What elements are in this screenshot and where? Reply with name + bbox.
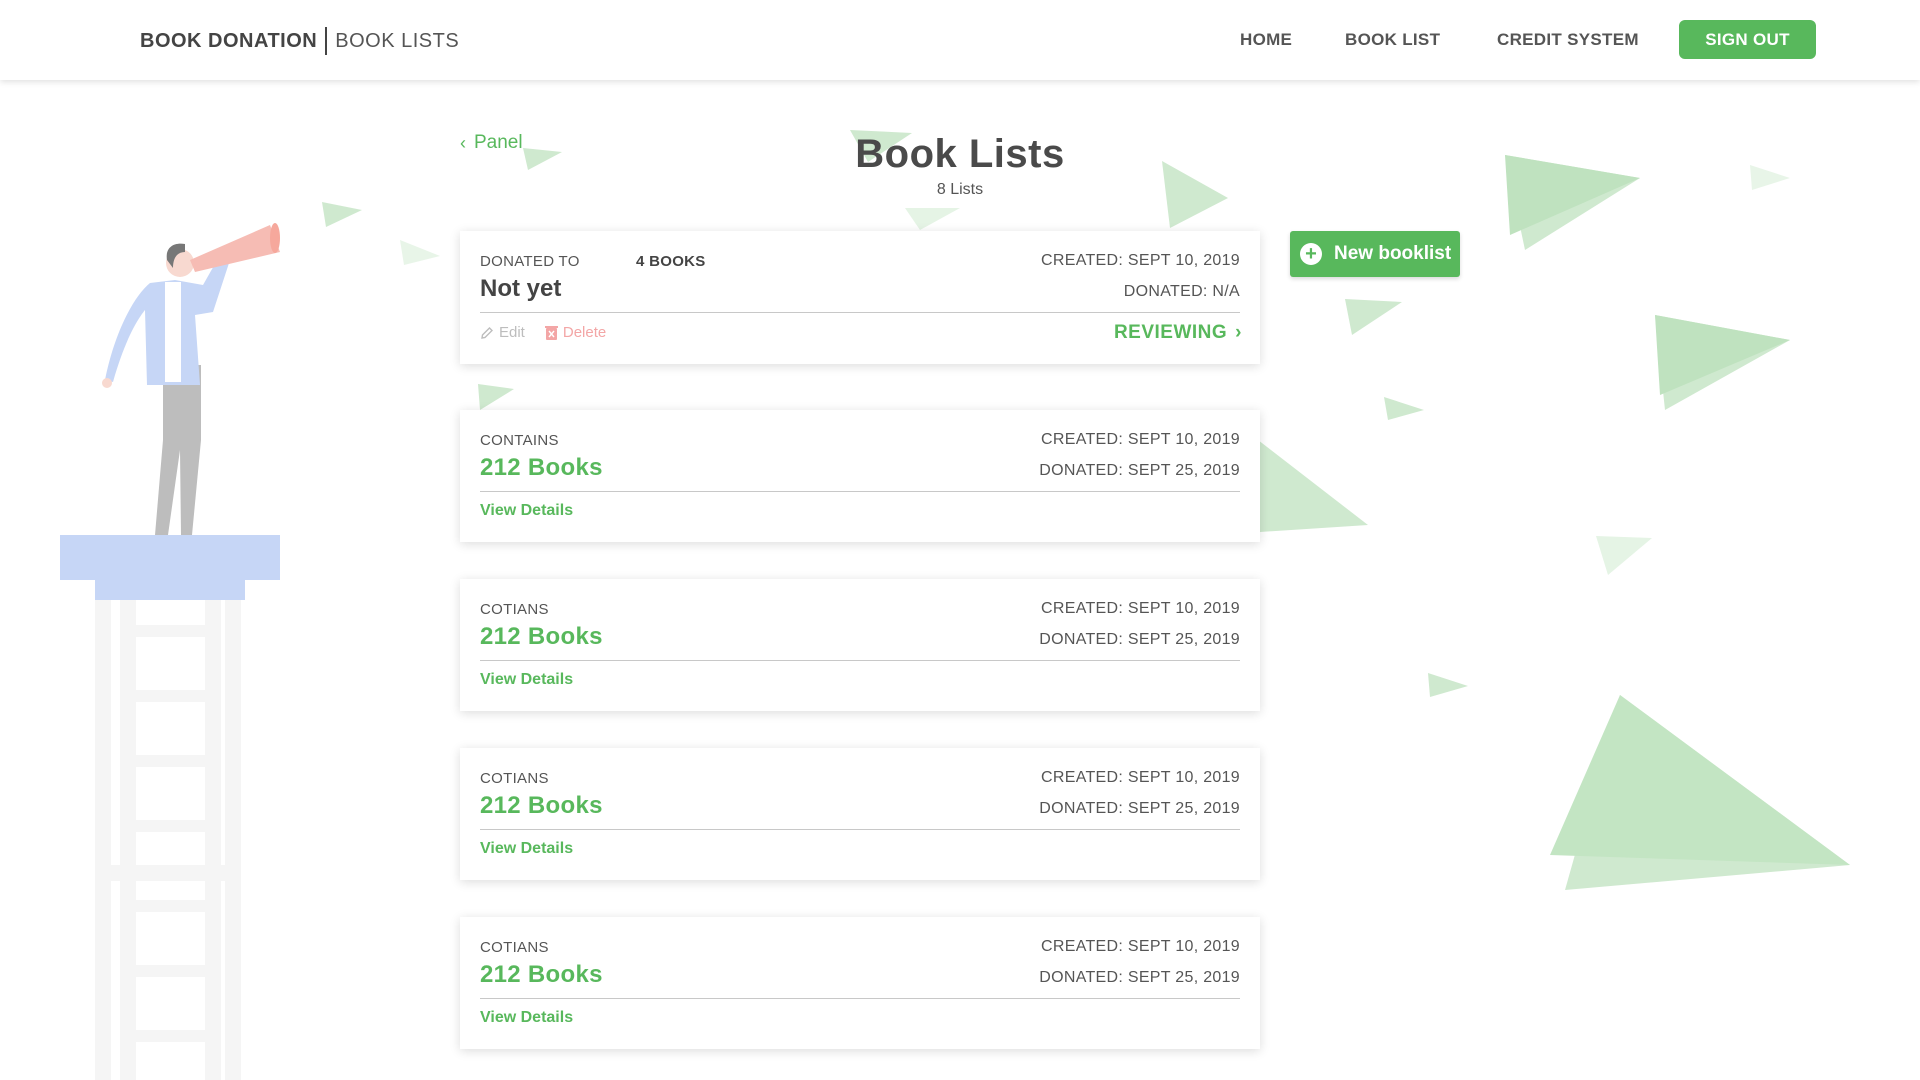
card-divider (480, 312, 1240, 313)
card-label: DONATED TO (480, 253, 580, 270)
pencil-icon (481, 326, 493, 339)
card-label: CONTAINS (480, 432, 559, 449)
created-date: CREATED: SEPT 10, 2019 (1041, 769, 1240, 786)
chevron-right-icon: › (1235, 322, 1242, 343)
booklist-card: COTIANS 212 Books CREATED: SEPT 10, 2019… (460, 917, 1260, 1049)
book-count: 212 Books (480, 792, 603, 819)
donated-date: DONATED: SEPT 25, 2019 (1039, 462, 1240, 479)
created-date: CREATED: SEPT 10, 2019 (1041, 252, 1240, 269)
edit-label: Edit (499, 324, 525, 341)
back-label: Panel (474, 132, 523, 153)
booklist-card: DONATED TO Not yet 4 BOOKS CREATED: SEPT… (460, 231, 1260, 364)
brand-subtitle: BOOK LISTS (335, 29, 460, 52)
nav-book-list[interactable]: BOOK LIST (1345, 30, 1445, 50)
page-title: Book Lists (855, 132, 1065, 176)
card-actions: Edit Delete (480, 324, 606, 341)
card-label: COTIANS (480, 939, 549, 956)
card-label: COTIANS (480, 601, 549, 618)
page-header: Book Lists 8 Lists (760, 132, 1160, 199)
brand-divider (325, 27, 328, 55)
list-count: 8 Lists (936, 181, 984, 198)
nav-credit-system[interactable]: CREDIT SYSTEM (1497, 30, 1647, 50)
edit-button[interactable]: Edit (480, 324, 525, 341)
booklist-card: CONTAINS 212 Books CREATED: SEPT 10, 201… (460, 410, 1260, 542)
book-count: 212 Books (480, 961, 603, 988)
book-count: 212 Books (480, 454, 603, 481)
book-count: 4 BOOKS (636, 253, 706, 270)
trash-icon (544, 325, 558, 340)
book-count: 212 Books (480, 623, 603, 650)
sign-out-button[interactable]: SIGN OUT (1679, 20, 1816, 59)
delete-label: Delete (562, 324, 607, 341)
donated-to-value: Not yet (480, 275, 562, 302)
view-details-link[interactable]: View Details (480, 840, 573, 858)
brand[interactable]: BOOK DONATION BOOK LISTS (140, 27, 459, 55)
created-date: CREATED: SEPT 10, 2019 (1041, 600, 1240, 617)
donated-date: DONATED: SEPT 25, 2019 (1039, 631, 1240, 648)
new-booklist-label: New booklist (1334, 243, 1452, 264)
view-details-link[interactable]: View Details (480, 1009, 573, 1027)
reviewing-status-link[interactable]: REVIEWING › (1114, 322, 1242, 344)
donated-date: DONATED: SEPT 25, 2019 (1039, 969, 1240, 986)
back-to-panel-link[interactable]: ‹ Panel (460, 132, 523, 154)
donated-date: DONATED: N/A (1123, 283, 1240, 300)
plus-circle-icon: + (1300, 243, 1322, 265)
card-divider (480, 491, 1240, 492)
top-header: BOOK DONATION BOOK LISTS HOME BOOK LIST … (0, 0, 1920, 80)
view-details-link[interactable]: View Details (480, 502, 573, 520)
view-details-link[interactable]: View Details (480, 671, 573, 689)
chevron-left-icon: ‹ (460, 133, 466, 153)
donated-date: DONATED: SEPT 25, 2019 (1039, 800, 1240, 817)
created-date: CREATED: SEPT 10, 2019 (1041, 431, 1240, 448)
booklist-card: COTIANS 212 Books CREATED: SEPT 10, 2019… (460, 748, 1260, 880)
card-divider (480, 998, 1240, 999)
created-date: CREATED: SEPT 10, 2019 (1041, 938, 1240, 955)
brand-title: BOOK DONATION (140, 29, 318, 52)
card-divider (480, 829, 1240, 830)
booklist-card: COTIANS 212 Books CREATED: SEPT 10, 2019… (460, 579, 1260, 711)
card-label: COTIANS (480, 770, 549, 787)
card-divider (480, 660, 1240, 661)
new-booklist-button[interactable]: + New booklist (1290, 231, 1460, 277)
nav-home[interactable]: HOME (1240, 30, 1292, 50)
status-label: REVIEWING (1113, 322, 1228, 343)
delete-button[interactable]: Delete (544, 324, 607, 341)
